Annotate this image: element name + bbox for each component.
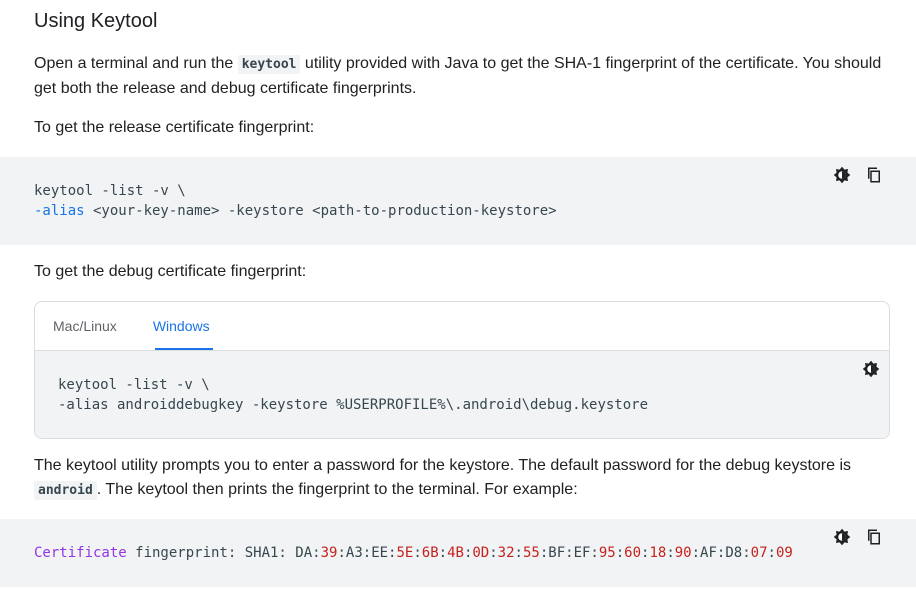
fingerprint-number: 60: [624, 545, 642, 561]
release-code-line1: keytool -list -v \: [34, 183, 186, 199]
fingerprint-segment: :: [312, 545, 321, 561]
debug-code-block: keytool -list -v \ -alias androiddebugke…: [35, 351, 889, 438]
fingerprint-number: 5E: [396, 545, 414, 561]
fingerprint-segment: :: [666, 545, 675, 561]
debug-code-line2: -alias androiddebugkey -keystore %USERPR…: [58, 397, 649, 413]
fingerprint-number: 95: [598, 545, 616, 561]
debug-code: keytool -list -v \ -alias androiddebugke…: [58, 375, 648, 415]
fingerprint-segment: EE: [371, 545, 389, 561]
fingerprint-segment: EF: [573, 545, 591, 561]
fingerprint-segment: :: [565, 545, 574, 561]
fingerprint-number: 18: [649, 545, 667, 561]
fingerprint-number: 55: [522, 545, 540, 561]
debug-label: To get the debug certificate fingerprint…: [34, 263, 307, 280]
fingerprint-segment: :: [767, 545, 776, 561]
inline-code-android: android: [34, 481, 97, 500]
fingerprint-segment: D8: [725, 545, 743, 561]
tab-code-toolbar: [861, 359, 881, 379]
fingerprint-segment: AF: [700, 545, 717, 561]
fingerprint-segment: A3: [345, 545, 363, 561]
debug-tabbed-code: Mac/Linux Windows keytool -list -v \ -al…: [34, 301, 890, 439]
fingerprint-number: 32: [497, 545, 515, 561]
release-code-block: keytool -list -v \ -alias <your-key-name…: [0, 157, 916, 245]
alias-keyword: -alias: [34, 203, 85, 219]
example-code: Certificate fingerprint: SHA1: DA:39:A3:…: [34, 543, 793, 563]
intro-paragraph: Open a terminal and run the keytool util…: [34, 52, 904, 101]
release-label: To get the release certificate fingerpri…: [34, 119, 315, 136]
fingerprint-segment: :: [514, 545, 523, 561]
fingerprint-number: 6B: [421, 545, 439, 561]
fingerprint-segment: :: [413, 545, 422, 561]
fingerprint-number: 07: [750, 545, 768, 561]
fingerprint-segment: :: [742, 545, 751, 561]
copy-icon[interactable]: [864, 527, 884, 547]
code-toolbar: [832, 165, 884, 185]
fingerprint-number: 39: [320, 545, 338, 561]
fingerprint-segment: :: [615, 545, 625, 561]
outro-text-before: The keytool utility prompts you to enter…: [34, 457, 852, 474]
fingerprint-number: 0D: [472, 545, 490, 561]
fingerprint-segment: DA: [295, 545, 313, 561]
inline-code-keytool: keytool: [237, 55, 301, 74]
fingerprint-segment: :: [590, 545, 599, 561]
fingerprint-number: 4B: [447, 545, 464, 561]
release-code-line2: <your-key-name> -keystore <path-to-produ…: [84, 203, 557, 219]
outro-text-after: . The keytool then prints the fingerprin…: [96, 481, 578, 498]
fingerprint-number: 90: [674, 545, 692, 561]
example-code-block: Certificate fingerprint: SHA1: DA:39:A3:…: [0, 519, 916, 587]
fingerprint-segment: :: [539, 545, 549, 561]
copy-icon[interactable]: [864, 165, 884, 185]
dark-theme-icon[interactable]: [832, 527, 852, 547]
tab-windows[interactable]: Windows: [153, 302, 213, 350]
dark-theme-icon[interactable]: [832, 165, 852, 185]
fingerprint-segment: BF: [548, 545, 566, 561]
outro-paragraph: The keytool utility prompts you to enter…: [34, 454, 904, 503]
fingerprint-segment: :: [337, 545, 346, 561]
certificate-keyword: Certificate: [34, 545, 127, 561]
example-code-toolbar: [832, 527, 884, 547]
fingerprint-segment: :: [691, 545, 701, 561]
release-code: keytool -list -v \ -alias <your-key-name…: [34, 181, 557, 221]
section-heading: Using Keytool: [34, 10, 158, 32]
tab-bar: Mac/Linux Windows: [35, 302, 889, 351]
fingerprint-segment: :: [489, 545, 498, 561]
tab-mac-linux[interactable]: Mac/Linux: [53, 302, 117, 350]
intro-text-before: Open a terminal and run the: [34, 55, 238, 72]
example-code-rest: fingerprint: SHA1:: [126, 545, 296, 561]
debug-code-line1: keytool -list -v \: [58, 377, 210, 393]
fingerprint-number: 09: [775, 545, 793, 561]
dark-theme-icon[interactable]: [861, 359, 881, 379]
fingerprint-segment: :: [362, 545, 372, 561]
fingerprint-segment: :: [438, 545, 448, 561]
